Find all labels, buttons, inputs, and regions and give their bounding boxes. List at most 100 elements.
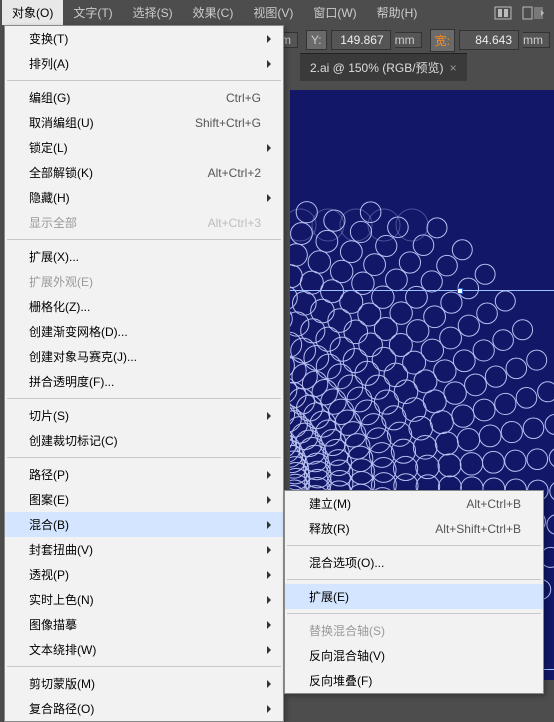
menu-item-label: 显示全部 — [29, 214, 77, 231]
menu-item-label: 建立(M) — [309, 495, 351, 512]
menu-item-label: 混合选项(O)... — [309, 554, 384, 571]
tab-label: 2.ai @ 150% (RGB/预览) — [310, 59, 444, 76]
menu-item-shortcut: Alt+Ctrl+2 — [208, 166, 261, 180]
menu-item-label: 反向堆叠(F) — [309, 672, 372, 689]
menu-item-label: 透视(P) — [29, 566, 69, 583]
object-menu-item[interactable]: 混合(B) — [5, 512, 283, 537]
selection-handle[interactable] — [457, 288, 463, 294]
menu-item-label: 取消编组(U) — [29, 114, 94, 131]
menu-item-label: 释放(R) — [309, 520, 350, 537]
blend-submenu-item[interactable]: 扩展(E) — [285, 584, 543, 609]
menu-item-label: 编组(G) — [29, 89, 70, 106]
menu-item-label: 隐藏(H) — [29, 189, 70, 206]
object-menu-item[interactable]: 创建裁切标记(C) — [5, 428, 283, 453]
w-unit: mm — [523, 32, 550, 48]
menu-item-label: 路径(P) — [29, 466, 69, 483]
menubar-item-type[interactable]: 文字(T) — [63, 0, 122, 25]
menu-item-label: 切片(S) — [29, 407, 69, 424]
menu-item-label: 复合路径(O) — [29, 700, 94, 717]
object-menu-item[interactable]: 封套扭曲(V) — [5, 537, 283, 562]
object-menu-item[interactable]: 锁定(L) — [5, 135, 283, 160]
object-menu-item[interactable]: 隐藏(H) — [5, 185, 283, 210]
object-menu-item[interactable]: 路径(P) — [5, 462, 283, 487]
menu-item-label: 扩展外观(E) — [29, 273, 93, 290]
object-menu-item[interactable]: 切片(S) — [5, 403, 283, 428]
menu-item-label: 栅格化(Z)... — [29, 298, 90, 315]
object-menu-item[interactable]: 全部解锁(K) Alt+Ctrl+2 — [5, 160, 283, 185]
object-menu-separator — [7, 80, 281, 81]
w-input[interactable]: 84.643 — [459, 30, 519, 50]
menu-item-shortcut: Alt+Ctrl+3 — [208, 216, 261, 230]
menu-item-label: 图案(E) — [29, 491, 69, 508]
blend-submenu: 建立(M) Alt+Ctrl+B 释放(R) Alt+Shift+Ctrl+B 混合选项… — [284, 490, 544, 694]
menubar-item-help[interactable]: 帮助(H) — [367, 0, 428, 25]
menu-item-shortcut: Shift+Ctrl+G — [195, 116, 261, 130]
object-menu-item[interactable]: 栅格化(Z)... — [5, 294, 283, 319]
y-label: Y: — [306, 30, 327, 50]
blend-submenu-item: 替换混合轴(S) — [285, 618, 543, 643]
blend-submenu-separator — [287, 579, 541, 580]
menubar-item-select[interactable]: 选择(S) — [123, 0, 183, 25]
y-input[interactable]: 149.867 — [331, 30, 391, 50]
menu-item-label: 替换混合轴(S) — [309, 622, 385, 639]
object-menu-item[interactable]: 取消编组(U) Shift+Ctrl+G — [5, 110, 283, 135]
object-menu-item: 扩展外观(E) — [5, 269, 283, 294]
bridge-icon[interactable] — [494, 6, 512, 20]
object-menu-item[interactable]: 文本绕排(W) — [5, 637, 283, 662]
object-menu-item[interactable]: 拼合透明度(F)... — [5, 369, 283, 394]
blend-submenu-item[interactable]: 反向堆叠(F) — [285, 668, 543, 693]
menu-item-label: 创建裁切标记(C) — [29, 432, 118, 449]
blend-submenu-item[interactable]: 混合选项(O)... — [285, 550, 543, 575]
menubar: 对象(O) 文字(T) 选择(S) 效果(C) 视图(V) 窗口(W) 帮助(H… — [0, 0, 554, 25]
menubar-item-view[interactable]: 视图(V) — [243, 0, 303, 25]
menu-item-label: 剪切蒙版(M) — [29, 675, 95, 692]
menu-item-label: 实时上色(N) — [29, 591, 94, 608]
menu-item-label: 排列(A) — [29, 55, 69, 72]
blend-submenu-separator — [287, 613, 541, 614]
object-menu-item[interactable]: 排列(A) — [5, 51, 283, 76]
tab-close-icon[interactable]: × — [450, 61, 457, 75]
object-menu-item[interactable]: 图案(E) — [5, 487, 283, 512]
arrange-docs-icon[interactable] — [522, 6, 544, 20]
object-menu-item[interactable]: 实时上色(N) — [5, 587, 283, 612]
menu-item-label: 创建对象马赛克(J)... — [29, 348, 137, 365]
menu-item-label: 混合(B) — [29, 516, 69, 533]
menu-item-label: 图像描摹 — [29, 616, 77, 633]
menu-item-shortcut: Alt+Ctrl+B — [466, 497, 521, 511]
object-menu-item[interactable]: 创建渐变网格(D)... — [5, 319, 283, 344]
y-unit: mm — [395, 32, 422, 48]
object-menu-item[interactable]: 编组(G) Ctrl+G — [5, 85, 283, 110]
menubar-item-effect[interactable]: 效果(C) — [183, 0, 244, 25]
blend-submenu-separator — [287, 545, 541, 546]
object-menu-separator — [7, 666, 281, 667]
object-menu-item[interactable]: 剪切蒙版(M) — [5, 671, 283, 696]
document-tab[interactable]: 2.ai @ 150% (RGB/预览) × — [300, 53, 467, 81]
blend-submenu-item[interactable]: 释放(R) Alt+Shift+Ctrl+B — [285, 516, 543, 541]
menubar-item-window[interactable]: 窗口(W) — [303, 0, 366, 25]
blend-submenu-item[interactable]: 反向混合轴(V) — [285, 643, 543, 668]
object-menu: 变换(T) 排列(A) 编组(G) Ctrl+G 取消编组(U) Shift+Ctrl+G… — [4, 25, 284, 722]
object-menu-item[interactable]: 变换(T) — [5, 26, 283, 51]
menu-item-label: 文本绕排(W) — [29, 641, 96, 658]
object-menu-item[interactable]: 透视(P) — [5, 562, 283, 587]
object-menu-item[interactable]: 扩展(X)... — [5, 244, 283, 269]
w-label: 宽: — [430, 29, 455, 52]
object-menu-item[interactable]: 复合路径(O) — [5, 696, 283, 721]
menu-item-label: 全部解锁(K) — [29, 164, 93, 181]
menu-item-label: 封套扭曲(V) — [29, 541, 93, 558]
menu-item-label: 扩展(X)... — [29, 248, 79, 265]
object-menu-separator — [7, 239, 281, 240]
object-menu-separator — [7, 457, 281, 458]
object-menu-item: 显示全部 Alt+Ctrl+3 — [5, 210, 283, 235]
object-menu-separator — [7, 398, 281, 399]
blend-submenu-item[interactable]: 建立(M) Alt+Ctrl+B — [285, 491, 543, 516]
menubar-item-object[interactable]: 对象(O) — [2, 0, 63, 25]
menu-item-shortcut: Ctrl+G — [226, 91, 261, 105]
object-menu-item[interactable]: 图像描摹 — [5, 612, 283, 637]
menu-item-label: 反向混合轴(V) — [309, 647, 385, 664]
object-menu-item[interactable]: 创建对象马赛克(J)... — [5, 344, 283, 369]
menu-item-shortcut: Alt+Shift+Ctrl+B — [435, 522, 521, 536]
menu-item-label: 锁定(L) — [29, 139, 68, 156]
menu-item-label: 扩展(E) — [309, 588, 349, 605]
menu-item-label: 创建渐变网格(D)... — [29, 323, 128, 340]
